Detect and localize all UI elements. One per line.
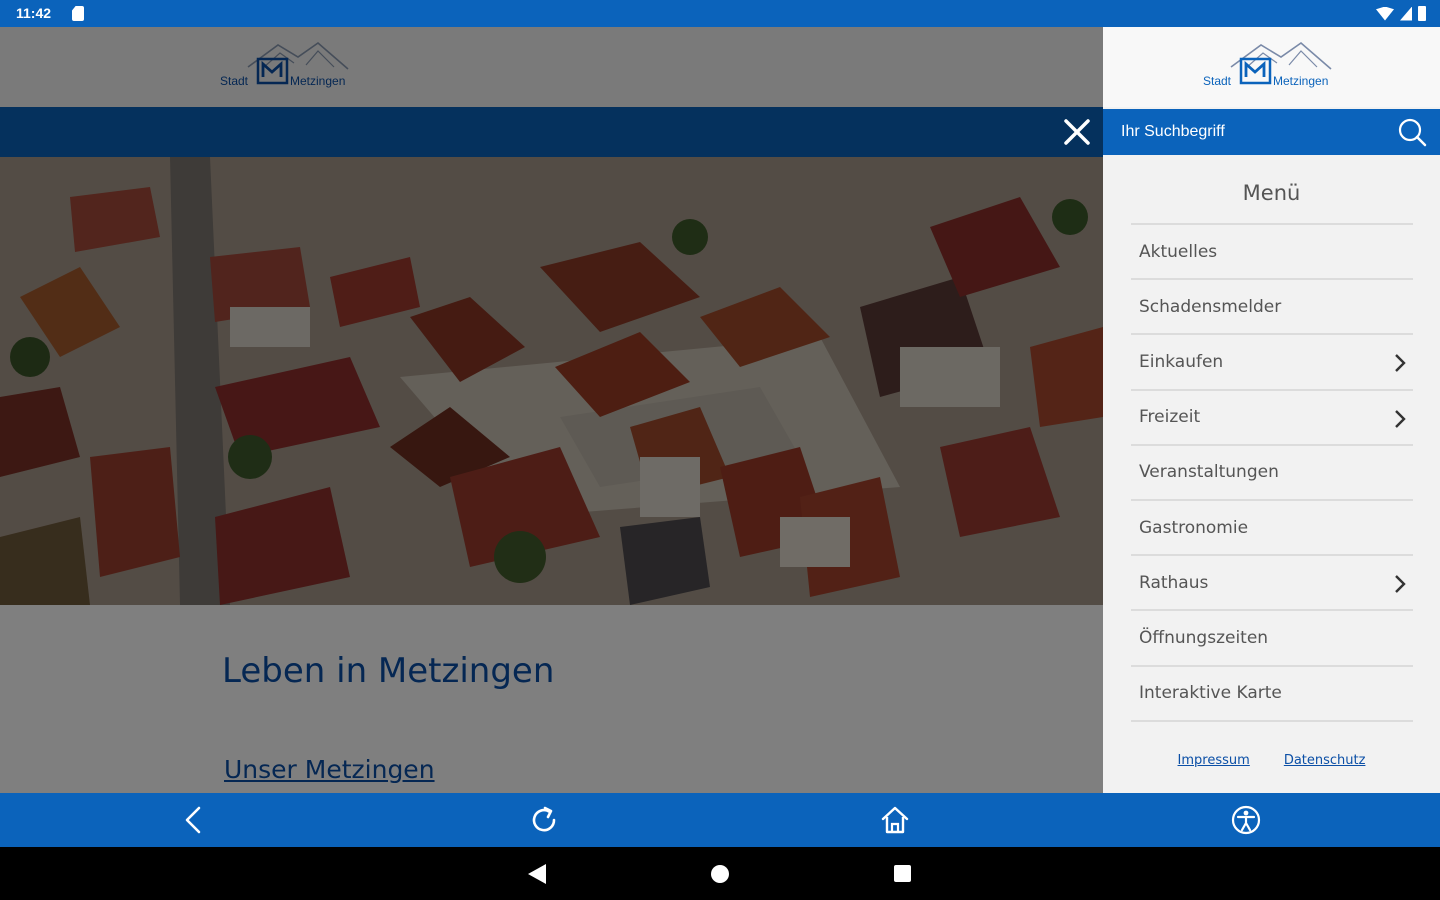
status-time: 11:42 [16, 5, 52, 21]
back-arrow-icon [185, 806, 201, 834]
menu-item-label: Veranstaltungen [1139, 462, 1279, 483]
home-icon [881, 806, 909, 834]
status-bar: 11:42 [0, 0, 1440, 27]
menu-list: Aktuelles Schadensmelder Einkaufen Freiz… [1131, 223, 1413, 722]
drawer-header: Stadt Metzingen [1103, 27, 1440, 107]
app-window: Stadt Metzingen Ihr Suchbegriff Menü Akt… [0, 27, 1440, 793]
search-bar [1103, 109, 1440, 155]
drawer-city-logo-graphic: Stadt Metzingen [1203, 41, 1332, 88]
menu-heading: Menü [1242, 181, 1301, 205]
drawer-logo-text-stadt: Stadt [1203, 74, 1232, 88]
accessibility-icon [1231, 805, 1261, 835]
menu-item-gastronomie[interactable]: Gastronomie [1131, 501, 1413, 557]
drawer-logo-text-metzingen: Metzingen [1273, 74, 1328, 88]
menu-item-label: Schadensmelder [1139, 296, 1282, 317]
system-recents-icon[interactable] [894, 865, 911, 882]
system-back-icon[interactable] [528, 864, 546, 884]
menu-item-label: Freizeit [1139, 407, 1201, 428]
menu-item-label: Aktuelles [1139, 241, 1218, 262]
search-icon[interactable] [1396, 116, 1428, 148]
close-menu-button[interactable] [1060, 115, 1094, 149]
battery-icon [1418, 6, 1426, 21]
menu-item-interaktive-karte[interactable]: Interaktive Karte [1131, 667, 1413, 722]
menu-item-label: Gastronomie [1139, 517, 1249, 538]
chevron-right-icon[interactable] [1393, 408, 1407, 430]
chevron-right-icon[interactable] [1393, 352, 1407, 374]
system-home-icon[interactable] [711, 865, 729, 883]
system-navigation-bar [0, 847, 1440, 900]
wifi-icon [1376, 6, 1394, 21]
menu-item-label: Rathaus [1139, 572, 1209, 593]
sim-card-icon [72, 6, 84, 21]
menu-item-label: Öffnungszeiten [1139, 627, 1269, 648]
reload-icon [532, 806, 556, 832]
search-input[interactable] [1121, 119, 1381, 145]
menu-item-veranstaltungen[interactable]: Veranstaltungen [1131, 446, 1413, 501]
menu-item-schadensmelder[interactable]: Schadensmelder [1131, 280, 1413, 336]
menu-item-oeffnungszeiten[interactable]: Öffnungszeiten [1131, 611, 1413, 667]
reload-button[interactable] [527, 803, 561, 837]
menu-item-einkaufen[interactable]: Einkaufen [1131, 335, 1413, 391]
accessibility-button[interactable] [1229, 803, 1263, 837]
back-button[interactable] [177, 803, 211, 837]
system-indicators [1376, 6, 1426, 21]
menu-item-freizeit[interactable]: Freizeit [1131, 391, 1413, 446]
menu-item-label: Interaktive Karte [1139, 683, 1282, 704]
navigation-drawer: Stadt Metzingen Menü Aktuelles Schadensm… [1103, 27, 1440, 793]
menu-item-label: Einkaufen [1139, 351, 1224, 372]
dim-overlay[interactable] [0, 27, 1103, 793]
main-content: Stadt Metzingen [0, 27, 1103, 793]
close-icon [1064, 119, 1090, 145]
drawer-footer: Impressum Datenschutz [1103, 753, 1440, 768]
menu-item-aktuelles[interactable]: Aktuelles [1131, 225, 1413, 281]
datenschutz-link[interactable]: Datenschutz [1284, 753, 1366, 768]
bottom-toolbar [0, 793, 1440, 847]
impressum-link[interactable]: Impressum [1178, 753, 1250, 768]
home-button[interactable] [878, 803, 912, 837]
drawer-city-logo[interactable]: Stadt Metzingen [1203, 39, 1353, 99]
cell-signal-icon [1400, 6, 1412, 21]
menu-item-rathaus[interactable]: Rathaus [1131, 556, 1413, 612]
chevron-right-icon[interactable] [1393, 573, 1407, 595]
